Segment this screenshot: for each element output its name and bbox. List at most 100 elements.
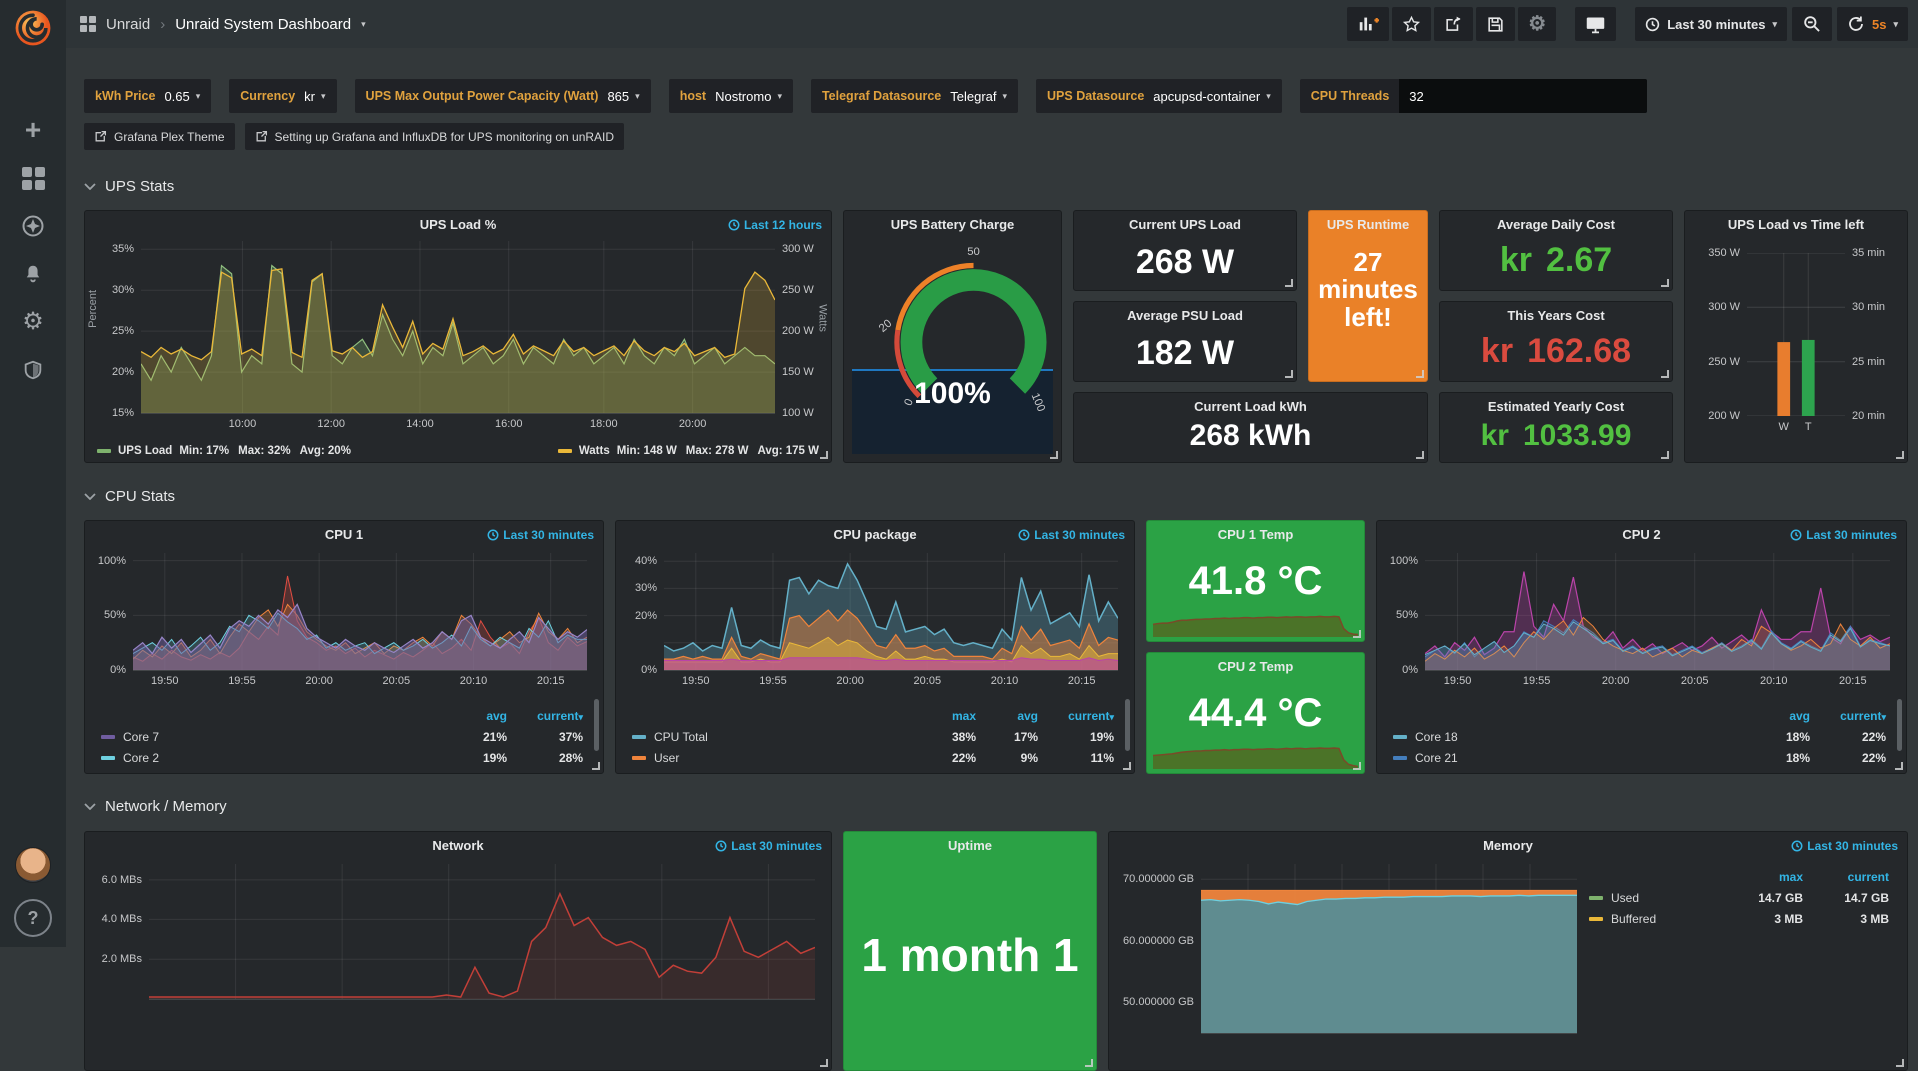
variable-ups-max-watt[interactable]: UPS Max Output Power Capacity (Watt) 865…: [355, 79, 651, 113]
grafana-logo-icon[interactable]: [11, 6, 55, 50]
sidebar-item-dashboards[interactable]: [0, 154, 66, 202]
graph-plot-area[interactable]: 6.0 MBs 4.0 MBs 2.0 MBs: [149, 864, 815, 1000]
variable-ups-datasource[interactable]: UPS Datasource apcupsd-container▾: [1036, 79, 1282, 113]
panel-title[interactable]: Average Daily Cost: [1440, 211, 1672, 232]
panel-title[interactable]: Memory: [1109, 832, 1907, 853]
refresh-button[interactable]: 5s ▾: [1837, 7, 1908, 41]
legend-item[interactable]: Core 21: [1393, 751, 1748, 765]
graph-plot-area[interactable]: 35% 30% 25% 20% 15% 300 W 250 W 200 W 15…: [141, 241, 775, 414]
panel-time-range-link[interactable]: Last 30 minutes: [1790, 528, 1897, 542]
x-axis-tick: 16:00: [495, 418, 523, 430]
sidebar-item-create[interactable]: +: [0, 106, 66, 154]
bar-plot-area[interactable]: 350 W 300 W 250 W 200 W 35 min 30 min 25…: [1747, 253, 1845, 416]
top-navbar: Unraid › Unraid System Dashboard ▾: [66, 0, 1918, 48]
add-panel-button[interactable]: [1347, 7, 1389, 41]
variable-host[interactable]: host Nostromo▾: [669, 79, 793, 113]
zoom-out-button[interactable]: [1792, 7, 1832, 41]
legend-value: 22%: [914, 751, 976, 765]
panel-title[interactable]: UPS Load %: [85, 211, 831, 232]
legend-col-max[interactable]: max: [1725, 870, 1803, 884]
legend-col-avg[interactable]: avg: [445, 709, 507, 723]
legend-col-current[interactable]: current: [1803, 870, 1889, 884]
panel-time-range-link[interactable]: Last 30 minutes: [487, 528, 594, 542]
save-button[interactable]: [1476, 7, 1515, 41]
variable-value: 865: [607, 89, 629, 104]
share-button[interactable]: [1434, 7, 1473, 41]
section-header-cpu-stats[interactable]: CPU Stats: [84, 485, 1918, 507]
legend-value: 21%: [445, 730, 507, 744]
legend-item[interactable]: Core 7: [101, 730, 445, 744]
legend-col-avg[interactable]: avg: [1748, 709, 1810, 723]
legend-col-current[interactable]: current▾: [507, 709, 583, 723]
star-button[interactable]: [1392, 7, 1431, 41]
legend-item[interactable]: User: [632, 751, 914, 765]
graph-plot-area[interactable]: 100% 50% 0% 19:50 19:55 20:00 20:05 20:1…: [1425, 553, 1890, 671]
panel-title[interactable]: Estimated Yearly Cost: [1440, 393, 1672, 414]
legend-col-current[interactable]: current▾: [1038, 709, 1114, 723]
dashboard-title[interactable]: Unraid System Dashboard: [175, 16, 351, 33]
clock-icon: [728, 219, 740, 231]
legend-col-current[interactable]: current▾: [1810, 709, 1886, 723]
legend-value: 38%: [914, 730, 976, 744]
legend-col-avg[interactable]: avg: [976, 709, 1038, 723]
graph-plot-area[interactable]: 40% 30% 20% 0% 19:50 19:55 20:00 20:05 2…: [664, 553, 1118, 671]
graph-plot-area[interactable]: 70.000000 GB 60.000000 GB 50.000000 GB: [1201, 864, 1577, 1034]
panel-time-range-link[interactable]: Last 30 minutes: [1018, 528, 1125, 542]
section-header-network-memory[interactable]: Network / Memory: [84, 795, 1918, 817]
legend-col-max[interactable]: max: [914, 709, 976, 723]
panel-time-range-link[interactable]: Last 30 minutes: [1791, 839, 1898, 853]
panel-title[interactable]: Current Load kWh: [1074, 393, 1427, 414]
legend-scrollbar[interactable]: [594, 699, 599, 751]
sidebar-item-alerting[interactable]: [0, 250, 66, 298]
legend-item[interactable]: Core 18: [1393, 730, 1748, 744]
graph-plot-area[interactable]: 100% 50% 0% 19:50 19:55 20:00 20:05 20:1…: [133, 553, 587, 671]
panel-title[interactable]: CPU 2 Temp: [1147, 653, 1364, 674]
sidebar-item-configuration[interactable]: ⚙: [0, 298, 66, 346]
variable-kwh-price[interactable]: kWh Price 0.65▾: [84, 79, 211, 113]
panel-title[interactable]: UPS Load vs Time left: [1685, 211, 1907, 232]
y-axis-tick: 300 W: [782, 243, 814, 255]
breadcrumb-separator: ›: [160, 16, 165, 33]
apps-icon: [80, 16, 96, 32]
x-axis-tick: 20:00: [305, 675, 333, 687]
panel-title[interactable]: CPU 1 Temp: [1147, 521, 1364, 542]
chevron-down-icon[interactable]: ▾: [1893, 20, 1898, 29]
sidebar-item-explore[interactable]: [0, 202, 66, 250]
panel-title[interactable]: UPS Runtime: [1309, 211, 1427, 232]
legend-value: 19%: [1038, 730, 1114, 744]
legend-swatch: [632, 756, 646, 760]
panel-title[interactable]: UPS Battery Charge: [844, 211, 1061, 232]
breadcrumb-folder[interactable]: Unraid: [106, 16, 150, 33]
stat-value: 1 month 1: [844, 928, 1096, 982]
legend-scrollbar[interactable]: [1897, 699, 1902, 751]
legend-item[interactable]: Watts Min: 148 WMax: 278 WAvg: 175 W: [558, 445, 819, 457]
variable-currency[interactable]: Currency kr▾: [229, 79, 336, 113]
chevron-down-icon[interactable]: ▾: [361, 20, 366, 29]
panel-title[interactable]: Uptime: [844, 832, 1096, 853]
link-ups-monitoring-guide[interactable]: Setting up Grafana and InfluxDB for UPS …: [245, 123, 625, 150]
x-axis-tick: 19:50: [1444, 675, 1472, 687]
link-grafana-plex-theme[interactable]: Grafana Plex Theme: [84, 123, 235, 150]
section-header-ups-stats[interactable]: UPS Stats: [84, 175, 1918, 197]
panel-time-range-link[interactable]: Last 30 minutes: [715, 839, 822, 853]
time-range-picker[interactable]: Last 30 minutes ▾: [1635, 7, 1787, 41]
legend-item[interactable]: Core 2: [101, 751, 445, 765]
panel-title[interactable]: Current UPS Load: [1074, 211, 1296, 232]
legend-item[interactable]: CPU Total: [632, 730, 914, 744]
panel-title[interactable]: This Years Cost: [1440, 302, 1672, 323]
legend-value: 28%: [507, 751, 583, 765]
variable-telegraf-datasource[interactable]: Telegraf Datasource Telegraf▾: [811, 79, 1018, 113]
sidebar-item-server-admin[interactable]: [0, 346, 66, 394]
cpu-threads-input[interactable]: [1399, 79, 1647, 113]
help-button[interactable]: ?: [14, 899, 52, 937]
legend-scrollbar[interactable]: [1125, 699, 1130, 751]
user-avatar[interactable]: [15, 847, 51, 883]
dashboard-settings-button[interactable]: ⚙: [1518, 7, 1556, 41]
panel-time-range-link[interactable]: Last 12 hours: [728, 218, 822, 232]
legend-item[interactable]: Used: [1589, 891, 1725, 905]
cycle-view-button[interactable]: [1575, 7, 1616, 41]
refresh-interval-label[interactable]: 5s: [1872, 17, 1886, 32]
legend-item[interactable]: Buffered: [1589, 912, 1725, 926]
legend-item[interactable]: UPS Load Min: 17%Max: 32%Avg: 20%: [97, 445, 351, 457]
panel-title[interactable]: Average PSU Load: [1074, 302, 1296, 323]
